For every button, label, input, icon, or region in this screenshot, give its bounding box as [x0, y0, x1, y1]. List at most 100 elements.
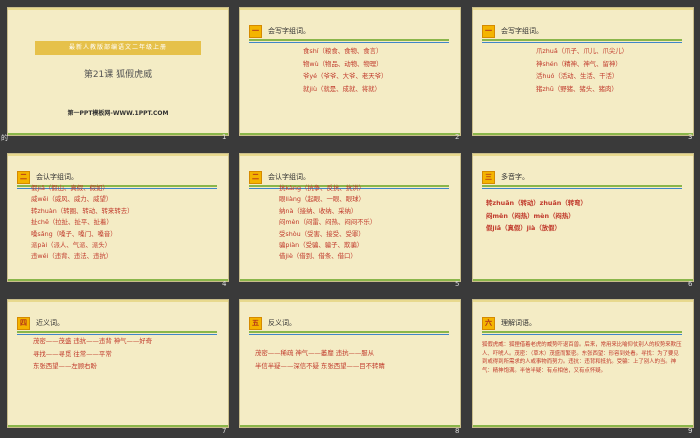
slide-bottom-bar	[239, 425, 461, 428]
word-line: 神shén（精神、神气、留神）	[536, 59, 622, 68]
slide-bottom-bar	[472, 133, 694, 136]
word-line: 假jiǎ（真假）jià（放假）	[486, 224, 561, 232]
header-line-green	[17, 331, 217, 333]
word-list: 爪zhuǎ（爪子、爪儿、爪尖儿） 神shén（精神、神气、留神） 活huó（活动…	[536, 45, 628, 95]
section-title: 反义词。	[268, 319, 296, 327]
slide-bottom-bar	[472, 279, 694, 282]
section-badge: 三	[482, 170, 495, 184]
header-line-blue	[482, 42, 682, 43]
word-line: 茂密——稀疏 神气——萎靡 违抗——服从	[255, 349, 375, 357]
word-line: 半信半疑——深信不疑 东张西望——目不转睛	[255, 361, 385, 370]
word-line: 物wù（物品、动物、物理）	[303, 59, 383, 68]
header-line-green	[482, 185, 682, 187]
word-line: 食shí（粮食、食物、食言）	[303, 47, 383, 55]
word-line: 派pài（派人、气派、派头）	[31, 241, 112, 250]
header-line-blue	[249, 334, 449, 335]
slide-banner: 最新人教版部编语文二年级上册	[35, 41, 201, 55]
word-line: 威wēi（威风、威力、威望）	[31, 195, 113, 204]
section-header: 一 会写字组词。	[249, 24, 310, 38]
slide-bottom-bar	[472, 425, 694, 428]
slide-top-strip	[7, 7, 229, 10]
word-line: 爷yé（爷爷、大爷、老天爷）	[303, 72, 388, 80]
section-badge: 二	[17, 170, 30, 184]
slide-top-strip	[472, 299, 694, 302]
slide-title: 第21课 狐假虎威	[83, 70, 153, 80]
left-label: 的	[1, 134, 8, 142]
slide-bottom-bar	[7, 425, 229, 428]
word-list: 食shí（粮食、食物、食言） 物wù（物品、动物、物理） 爷yé（爷爷、大爷、老…	[303, 45, 387, 95]
slide-thumbnail-6[interactable]: 三 多音字。 转zhuǎn（转动）zhuǎn（转弯） 闷mēn（闷热）mèn（闷…	[472, 153, 694, 282]
word-line: 嗓sǎng（嗓子、嗓门、嗓音）	[31, 229, 117, 238]
word-line: 茂密——茂盛 违抗——违背 神气——好奇	[33, 337, 153, 345]
slide-bottom-bar	[7, 133, 229, 136]
slide-thumbnail-1[interactable]: 最新人教版部编语文二年级上册 第21课 狐假虎威 第一PPT模板网-WWW.1P…	[7, 7, 229, 136]
word-line: 闷mèn（闷雷、闷热、闷闷不乐）	[279, 218, 377, 227]
section-title: 会认字组词。	[36, 173, 78, 181]
slide-thumbnail-4[interactable]: 二 会认字组词。 假jiǎ（假山、真假、假如） 威wēi（威风、威力、威望） 转…	[7, 153, 229, 282]
slide-number: 6	[688, 280, 693, 288]
slide-number: 1	[222, 133, 227, 141]
slide-bottom-bar	[239, 133, 461, 136]
word-line: 就jiù（就是、成就、将就）	[303, 84, 381, 93]
slide-thumbnail-9[interactable]: 六 理解词语。 狐假虎威：狐狸借着老虎的威势吓退百兽。后来，常用来比喻仰仗别人的…	[472, 299, 694, 428]
slide-top-strip	[7, 153, 229, 156]
word-list: 茂密——茂盛 违抗——违背 神气——好奇 寻找——寻觅 往常——平常 东张西望—…	[33, 335, 152, 373]
word-line: 闷mēn（闷热）mèn（闷热）	[486, 211, 575, 220]
slide-bottom-bar	[7, 279, 229, 282]
slide-top-strip	[7, 299, 229, 302]
slide-top-strip	[472, 7, 694, 10]
section-title: 理解词语。	[501, 319, 536, 327]
section-header: 二 会认字组词。	[249, 170, 310, 184]
section-title: 近义词。	[36, 319, 64, 327]
slide-number: 4	[222, 280, 227, 288]
section-header: 三 多音字。	[482, 170, 529, 184]
slide-top-strip	[239, 153, 461, 156]
slide-number: 2	[455, 133, 460, 141]
header-line-blue	[482, 188, 682, 189]
word-list: 假jiǎ（假山、真假、假如） 威wēi（威风、威力、威望） 转zhuàn（转圈、…	[31, 183, 134, 263]
slide-thumbnail-7[interactable]: 四 近义词。 茂密——茂盛 违抗——违背 神气——好奇 寻找——寻觅 往常——平…	[7, 299, 229, 428]
slide-number: 7	[222, 427, 227, 435]
word-line: 受shòu（受害、接受、受罪）	[279, 229, 365, 238]
slide-number: 9	[688, 427, 693, 435]
slide-thumbnail-2[interactable]: 一 会写字组词。 食shí（粮食、食物、食言） 物wù（物品、动物、物理） 爷y…	[239, 7, 461, 136]
header-line-green	[482, 39, 682, 41]
slide-thumbnail-3[interactable]: 一 会写字组词。 爪zhuǎ（爪子、爪儿、爪尖儿） 神shén（精神、神气、留神…	[472, 7, 694, 136]
header-line-blue	[482, 334, 682, 335]
section-header: 五 反义词。	[249, 316, 296, 330]
word-line: 眼liàng（起眼、一眼、眼球）	[279, 195, 365, 204]
word-line: 转zhuàn（转圈、转动、转来转去）	[31, 206, 134, 215]
word-line: 寻找——寻觅 往常——平常	[33, 349, 112, 358]
definition-text: 狐假虎威：狐狸借着老虎的威势吓退百兽。后来，常用来比喻仰仗别人的权势来欺压人、吓…	[482, 342, 682, 374]
word-line: 猪zhū（野猪、猪头、猪肉）	[536, 84, 618, 93]
section-title: 会认字组词。	[268, 173, 310, 181]
slide-thumbnail-8[interactable]: 五 反义词。 茂密——稀疏 神气——萎靡 违抗——服从 半信半疑——深信不疑 东…	[239, 299, 461, 428]
word-line: 爪zhuǎ（爪子、爪儿、爪尖儿）	[536, 47, 629, 55]
slide-footer: 第一PPT模板网-WWW.1PPT.COM	[67, 110, 169, 117]
slide-number: 5	[455, 280, 460, 288]
slide-bottom-bar	[239, 279, 461, 282]
section-header: 二 会认字组词。	[17, 170, 78, 184]
word-list: 转zhuǎn（转动）zhuǎn（转弯） 闷mēn（闷热）mèn（闷热） 假jiǎ…	[486, 197, 587, 235]
section-badge: 六	[482, 316, 495, 330]
section-badge: 二	[249, 170, 262, 184]
section-badge: 四	[17, 316, 30, 330]
header-line-green	[249, 331, 449, 333]
section-header: 一 会写字组词。	[482, 24, 543, 38]
word-list: 抗kàng（抗争、反抗、抗洪） 眼liàng（起眼、一眼、眼球） 纳nà（接纳、…	[279, 183, 376, 263]
slide-top-strip	[472, 153, 694, 156]
word-line: 纳nà（接纳、收纳、采纳）	[279, 206, 358, 215]
slide-thumbnail-5[interactable]: 二 会认字组词。 抗kàng（抗争、反抗、抗洪） 眼liàng（起眼、一眼、眼球…	[239, 153, 461, 282]
header-line-blue	[249, 42, 449, 43]
word-line: 骗piàn（受骗、骗子、欺骗）	[279, 241, 364, 250]
slide-top-strip	[239, 7, 461, 10]
word-line: 东张西望——左顾右盼	[33, 362, 97, 370]
section-title: 多音字。	[501, 173, 529, 181]
word-line: 转zhuǎn（转动）zhuǎn（转弯）	[486, 199, 587, 207]
slide-top-strip	[239, 299, 461, 302]
word-line: 扯chě（拉扯、扯平、扯着）	[31, 218, 113, 227]
header-line-green	[482, 331, 682, 333]
header-line-green	[249, 39, 449, 41]
section-badge: 一	[249, 24, 262, 38]
section-badge: 一	[482, 24, 495, 38]
